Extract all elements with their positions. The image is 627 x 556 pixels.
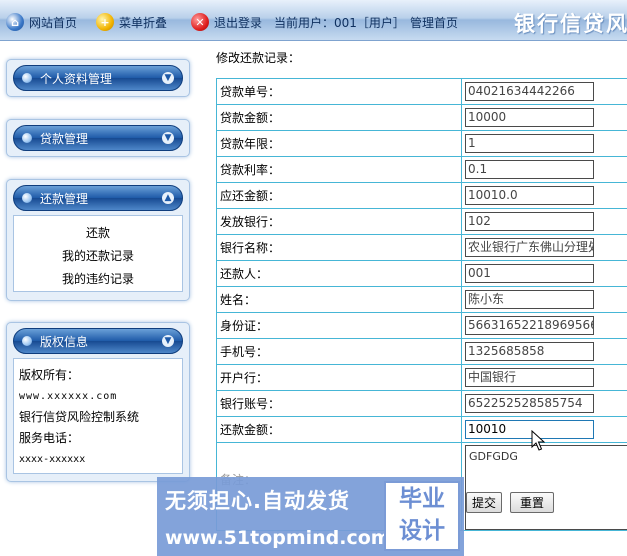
loan-number-input[interactable]: 04021634442266 [465, 82, 594, 101]
repay-menu: 还款 我的还款记录 我的违约记录 [13, 215, 183, 292]
watermark-badge-line1: 毕业 [399, 486, 445, 512]
field-label: 贷款年限： [216, 130, 462, 157]
copyright-website: www.xxxxxx.com [19, 391, 118, 402]
copyright-owner-label: 版权所有： [19, 368, 80, 382]
form-row: 手机号： 1325685858 [216, 338, 627, 365]
top-bar: ⌂ 网站首页 + 菜单折叠 ✕ 退出登录 当前用户：001［用户］ 管理首页 银… [0, 0, 627, 41]
field-label: 银行账号： [216, 390, 462, 417]
menu-repay[interactable]: 还款 [14, 222, 182, 245]
panel-loan-header[interactable]: 贷款管理 ▼ [13, 125, 183, 151]
service-phone-value: xxxx-xxxxxx [19, 454, 86, 465]
panel-repay-title: 还款管理 [40, 191, 89, 206]
watermark-banner: 无须担心.自动发货 www.51topmind.com 毕业 设计 [157, 477, 464, 556]
form-row: 贷款利率： 0.1 [216, 156, 627, 183]
due-amount-input[interactable]: 10010.0 [465, 186, 594, 205]
form-row: 银行账号： 652252528585754 [216, 390, 627, 417]
form-row: 还款金额： 10010 [216, 416, 627, 443]
repay-amount-input[interactable]: 10010 [465, 420, 594, 439]
menu-my-repay-records[interactable]: 我的还款记录 [14, 245, 182, 268]
current-user-text: 当前用户：001［用户］ [274, 15, 405, 30]
nav-admin-home-link[interactable]: 管理首页 [410, 13, 458, 31]
field-label: 开户行： [216, 364, 462, 391]
watermark-url: www.51topmind.com [165, 527, 391, 549]
field-label: 银行名称： [216, 234, 462, 261]
field-label: 身份证： [216, 312, 462, 339]
bullet-icon [22, 133, 32, 143]
close-icon: ✕ [191, 13, 209, 31]
form-row: 开户行： 中国银行 [216, 364, 627, 391]
issuing-bank-input[interactable]: 102 [465, 212, 594, 231]
panel-repay: 还款管理 ▲ 还款 我的还款记录 我的违约记录 [6, 179, 190, 301]
nav-home-label: 网站首页 [29, 15, 78, 30]
brand-title: 银行信贷风 [514, 11, 627, 36]
form-row: 发放银行： 102 [216, 208, 627, 235]
chevron-down-icon[interactable]: ▼ [162, 132, 174, 144]
form-row: 应还金额： 10010.0 [216, 182, 627, 209]
panel-personal-header[interactable]: 个人资料管理 ▼ [13, 65, 183, 91]
panel-copyright-header[interactable]: 版权信息 ▼ [13, 328, 183, 354]
loan-amount-input[interactable]: 10000 [465, 108, 594, 127]
bank-name-input[interactable]: 农业银行广东佛山分理处 [465, 238, 594, 257]
bank-account-input[interactable]: 652252528585754 [465, 394, 594, 413]
copyright-info: 版权所有： www.xxxxxx.com 银行信贷风险控制系统 服务电话： xx… [13, 358, 183, 474]
field-label: 姓名： [216, 286, 462, 313]
field-label: 贷款金额： [216, 104, 462, 131]
field-label: 贷款利率： [216, 156, 462, 183]
id-card-input[interactable]: 566316522189695666 [465, 316, 594, 335]
form-row: 贷款金额： 10000 [216, 104, 627, 131]
repayer-input[interactable]: 001 [465, 264, 594, 283]
opening-bank-input[interactable]: 中国银行 [465, 368, 594, 387]
notes-textarea[interactable]: GDFGDG [465, 445, 627, 530]
field-label: 贷款单号： [216, 78, 462, 105]
reset-button[interactable]: 重置 [510, 492, 554, 513]
nav-collapse-label: 菜单折叠 [119, 15, 168, 30]
bullet-icon [22, 193, 32, 203]
nav-home-link[interactable]: ⌂ 网站首页 [6, 13, 77, 31]
field-label: 应还金额： [216, 182, 462, 209]
menu-my-default-records[interactable]: 我的违约记录 [14, 268, 182, 291]
bullet-icon [22, 73, 32, 83]
form-row: 贷款年限： 1 [216, 130, 627, 157]
submit-button[interactable]: 提交 [466, 492, 502, 513]
plus-icon: + [96, 13, 114, 31]
panel-personal: 个人资料管理 ▼ [6, 59, 190, 97]
form-row: 银行名称： 农业银行广东佛山分理处 [216, 234, 627, 261]
bullet-icon [22, 336, 32, 346]
field-label: 发放银行： [216, 208, 462, 235]
nav-collapse-link[interactable]: + 菜单折叠 [96, 13, 167, 31]
form-row: 还款人： 001 [216, 260, 627, 287]
form-row: 身份证： 566316522189695666 [216, 312, 627, 339]
panel-loan-title: 贷款管理 [40, 131, 89, 146]
form-row: 姓名： 陈小东 [216, 286, 627, 313]
loan-rate-input[interactable]: 0.1 [465, 160, 594, 179]
repay-edit-form: 贷款单号： 04021634442266 贷款金额： 10000 贷款年限： 1 贷款… [216, 78, 627, 531]
panel-copyright: 版权信息 ▼ 版权所有： www.xxxxxx.com 银行信贷风险控制系统 服… [6, 322, 190, 482]
panel-loan: 贷款管理 ▼ [6, 119, 190, 157]
field-label: 还款金额： [216, 416, 462, 443]
chevron-down-icon[interactable]: ▼ [162, 72, 174, 84]
chevron-up-icon[interactable]: ▲ [162, 192, 174, 204]
nav-logout-label: 退出登录 [214, 15, 263, 30]
service-phone-label: 服务电话： [19, 431, 80, 445]
chevron-down-icon[interactable]: ▼ [162, 335, 174, 347]
page-title: 修改还款记录： [216, 51, 301, 65]
cursor-icon [531, 430, 545, 451]
home-icon: ⌂ [6, 13, 24, 31]
panel-personal-title: 个人资料管理 [40, 71, 113, 86]
field-label: 手机号： [216, 338, 462, 365]
nav-logout-link[interactable]: ✕ 退出登录 [191, 13, 262, 31]
panel-repay-header[interactable]: 还款管理 ▲ [13, 185, 183, 211]
copyright-system-name: 银行信贷风险控制系统 [19, 410, 140, 424]
watermark-badge: 毕业 设计 [384, 481, 460, 551]
watermark-slogan: 无须担心.自动发货 [165, 489, 350, 513]
watermark-badge-line2: 设计 [399, 518, 445, 544]
field-label: 还款人： [216, 260, 462, 287]
panel-copyright-title: 版权信息 [40, 334, 89, 349]
phone-input[interactable]: 1325685858 [465, 342, 594, 361]
name-input[interactable]: 陈小东 [465, 290, 594, 309]
loan-years-input[interactable]: 1 [465, 134, 594, 153]
form-row: 贷款单号： 04021634442266 [216, 78, 627, 105]
